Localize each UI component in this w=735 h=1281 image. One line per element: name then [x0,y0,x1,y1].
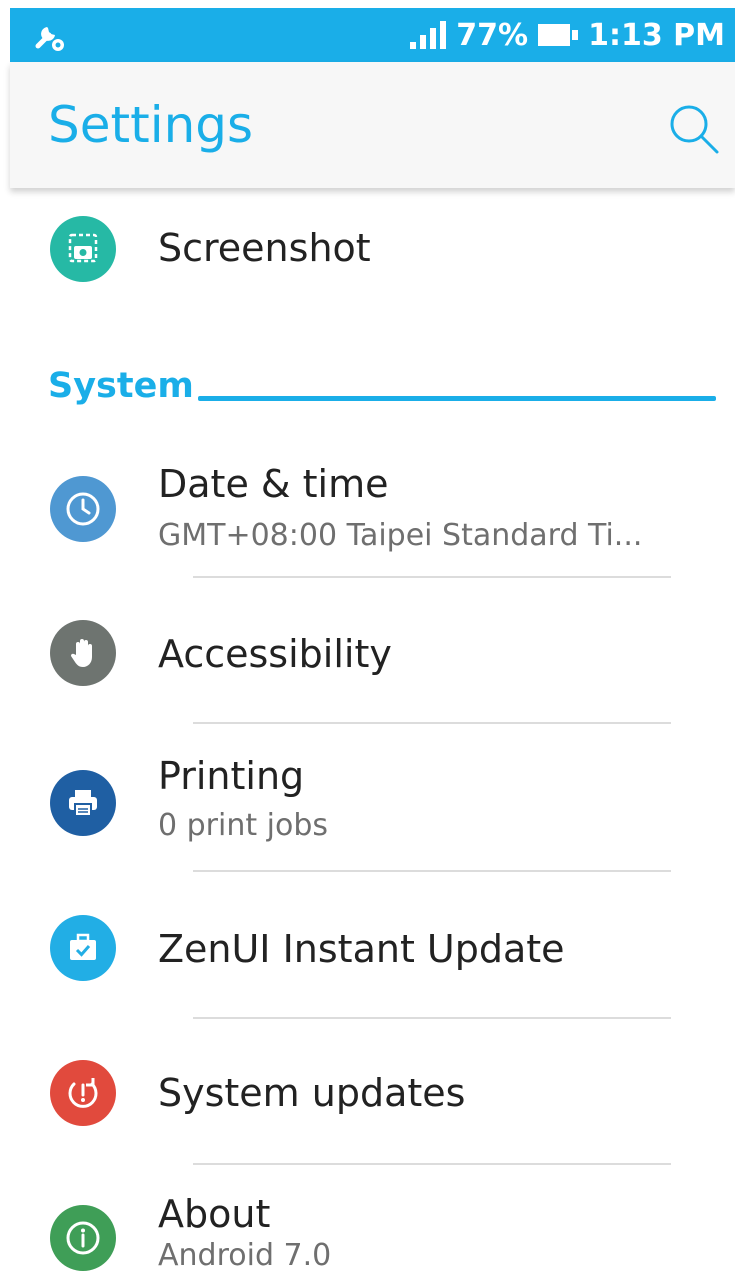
settings-item-printing[interactable]: Printing 0 print jobs [10,740,735,870]
settings-item-accessibility[interactable]: Accessibility [10,590,735,720]
system-update-icon [50,1060,116,1126]
page-title: Settings [48,96,254,154]
item-title: System updates [158,1071,466,1115]
hand-icon [50,620,116,686]
printer-icon [50,770,116,836]
divider [193,576,671,578]
settings-item-screenshot[interactable]: Screenshot [10,200,735,300]
item-subtitle: 0 print jobs [158,808,329,843]
signal-icon [410,21,447,49]
item-title: About [158,1192,271,1236]
search-button[interactable] [665,100,721,156]
status-time: 1:13 PM [588,17,725,53]
battery-icon [538,24,579,46]
battery-percent: 77% [456,17,529,53]
divider [193,870,671,872]
item-title: Printing [158,754,305,798]
divider [193,1017,671,1019]
divider [193,1163,671,1165]
briefcase-check-icon [50,915,116,981]
item-title: Date & time [158,462,389,506]
settings-item-date-time[interactable]: Date & time GMT+08:00 Taipei Standard Ti… [10,450,735,575]
clock-icon [50,476,116,542]
divider [193,722,671,724]
item-title: Accessibility [158,632,392,676]
settings-item-about[interactable]: About Android 7.0 [10,1180,735,1281]
section-divider [198,396,716,401]
info-icon [50,1205,116,1271]
item-subtitle: GMT+08:00 Taipei Standard Ti... [158,518,643,553]
settings-item-system-updates[interactable]: System updates [10,1033,735,1163]
section-header-system: System [48,366,194,406]
item-title: Screenshot [158,226,371,270]
settings-item-zenui-instant-update[interactable]: ZenUI Instant Update [10,885,735,1015]
status-bar: 77% 1:13 PM [10,8,735,62]
settings-wrench-icon [32,19,66,53]
item-title: ZenUI Instant Update [158,927,565,971]
search-icon [670,105,719,154]
app-bar: Settings [10,62,735,188]
item-subtitle: Android 7.0 [158,1238,332,1273]
screenshot-icon [50,216,116,282]
